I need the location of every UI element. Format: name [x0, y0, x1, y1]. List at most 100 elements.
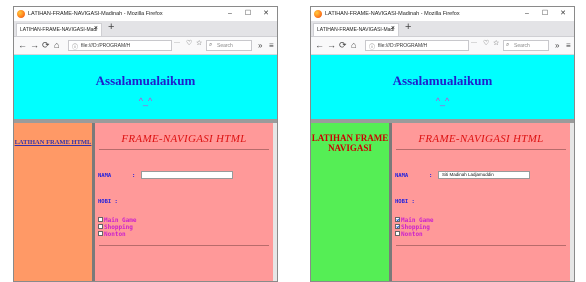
bookmark-star-icon[interactable]: ☆ — [196, 39, 202, 47]
left-nav-frame: LATIHAN FRAME HTML — [14, 123, 92, 281]
welcome-heading: Assalamualaikum — [95, 73, 196, 88]
name-colon: : — [429, 173, 433, 179]
firefox-icon — [314, 10, 322, 18]
url-text: file:///D:/PROGRAM/H — [81, 43, 131, 49]
tab-bar: LATIHAN-FRAME-NAVIGASI-Madi × + — [311, 21, 574, 37]
search-icon: ⌕ — [506, 42, 510, 48]
overflow-chevron-icon[interactable]: » — [258, 39, 262, 52]
option-label: Shopping — [401, 224, 430, 231]
hobby-option-nonton[interactable]: Nonton — [395, 231, 423, 238]
divider-line — [396, 245, 566, 246]
name-input[interactable] — [141, 171, 233, 179]
hobby-option-shopping[interactable]: Shopping — [395, 224, 430, 231]
url-bar[interactable]: ⓘ file:///D:/PROGRAM/H — [365, 40, 469, 51]
navigation-bar: ← → ⟳ ⌂ ⓘ file:///D:/PROGRAM/H ··· ♡ ☆ ⌕… — [311, 37, 574, 55]
browser-tab[interactable]: LATIHAN-FRAME-NAVIGASI-Madi × — [16, 23, 102, 36]
option-label: Nonton — [104, 231, 126, 238]
checkbox[interactable] — [395, 231, 400, 236]
pocket-icon[interactable]: ♡ — [483, 39, 489, 47]
form-frame: FRAME-NAVIGASI HTML NAMA : Siti Madinah … — [392, 123, 570, 281]
scrollbar[interactable] — [570, 123, 574, 281]
name-label: NAMA — [395, 173, 409, 179]
home-icon[interactable]: ⌂ — [54, 39, 59, 52]
checkbox[interactable] — [98, 217, 103, 222]
divider-line — [396, 149, 566, 150]
title-bar[interactable]: LATIHAN-FRAME-NAVIGASI-Madinah - Mozilla… — [311, 7, 574, 21]
close-icon[interactable]: ✕ — [556, 8, 570, 20]
nav-link-latihan-frame[interactable]: LATIHAN FRAME HTML — [14, 138, 92, 147]
hobby-option-nonton[interactable]: Nonton — [98, 231, 126, 238]
minimize-icon[interactable]: – — [223, 8, 237, 20]
back-arrow-icon[interactable]: ← — [315, 39, 324, 52]
tab-close-icon[interactable]: × — [94, 25, 98, 32]
title-bar[interactable]: LATIHAN-FRAME-NAVIGASI-Madinah - Mozilla… — [14, 7, 277, 21]
nav-heading-latihan-frame-navigasi: LATIHAN FRAME NAVIGASI — [311, 133, 389, 153]
close-icon[interactable]: ✕ — [259, 8, 273, 20]
hobby-label: HOBI : — [395, 199, 415, 205]
name-colon: : — [132, 173, 136, 179]
name-label: NAMA — [98, 173, 112, 179]
forward-arrow-icon[interactable]: → — [30, 39, 39, 52]
home-icon[interactable]: ⌂ — [351, 39, 356, 52]
hamburger-menu-icon[interactable]: ≡ — [269, 39, 274, 52]
maximize-icon[interactable]: ☐ — [241, 8, 255, 20]
minimize-icon[interactable]: – — [520, 8, 534, 20]
header-frame: Assalamualaikum ^_^ — [14, 55, 277, 119]
welcome-heading: Assalamualaikum — [392, 73, 493, 88]
page-content: Assalamualaikum ^_^ LATIHAN FRAME HTML F… — [14, 55, 277, 281]
hobby-option-main-game[interactable]: Main Game — [395, 217, 434, 224]
header-frame: Assalamualaikum ^_^ — [311, 55, 574, 119]
browser-tab[interactable]: LATIHAN-FRAME-NAVIGASI-Madi × — [313, 23, 399, 36]
firefox-window-filled-form: LATIHAN-FRAME-NAVIGASI-Madinah - Mozilla… — [310, 6, 575, 282]
option-label: Main Game — [401, 217, 434, 224]
left-nav-frame: LATIHAN FRAME NAVIGASI — [311, 123, 389, 281]
form-title: FRAME-NAVIGASI HTML — [418, 133, 544, 145]
hobby-option-shopping[interactable]: Shopping — [98, 224, 133, 231]
bookmark-star-icon[interactable]: ☆ — [493, 39, 499, 47]
search-icon: ⌕ — [209, 42, 213, 48]
option-label: Nonton — [401, 231, 423, 238]
reload-icon[interactable]: ⟳ — [42, 39, 50, 52]
overflow-chevron-icon[interactable]: » — [555, 39, 559, 52]
hobby-option-main-game[interactable]: Main Game — [98, 217, 137, 224]
pocket-icon[interactable]: ♡ — [186, 39, 192, 47]
page-content: Assalamualaikum ^_^ LATIHAN FRAME NAVIGA… — [311, 55, 574, 281]
divider-line — [99, 149, 269, 150]
url-bar[interactable]: ⓘ file:///D:/PROGRAM/H — [68, 40, 172, 51]
maximize-icon[interactable]: ☐ — [538, 8, 552, 20]
window-title: LATIHAN-FRAME-NAVIGASI-Madinah - Mozilla… — [325, 11, 460, 17]
option-label: Shopping — [104, 224, 133, 231]
navigation-bar: ← → ⟳ ⌂ ⓘ file:///D:/PROGRAM/H ··· ♡ ☆ ⌕… — [14, 37, 277, 55]
search-input[interactable]: ⌕ Search — [503, 40, 549, 51]
hamburger-menu-icon[interactable]: ≡ — [566, 39, 571, 52]
info-icon[interactable]: ⓘ — [369, 42, 375, 51]
window-title: LATIHAN-FRAME-NAVIGASI-Madinah - Mozilla… — [28, 11, 163, 17]
hobby-label: HOBI : — [98, 199, 118, 205]
tab-close-icon[interactable]: × — [391, 25, 395, 32]
search-placeholder: Search — [217, 43, 233, 49]
tab-bar: LATIHAN-FRAME-NAVIGASI-Madi × + — [14, 21, 277, 37]
search-input[interactable]: ⌕ Search — [206, 40, 252, 51]
name-input[interactable]: Siti Madinah Ladjamuddin — [438, 171, 530, 179]
scrollbar[interactable] — [273, 123, 277, 281]
option-label: Main Game — [104, 217, 137, 224]
emoticon-text: ^_^ — [435, 96, 450, 106]
page-actions-icon[interactable]: ··· — [471, 40, 477, 46]
firefox-window-empty-form: LATIHAN-FRAME-NAVIGASI-Madinah - Mozilla… — [13, 6, 278, 282]
reload-icon[interactable]: ⟳ — [339, 39, 347, 52]
search-placeholder: Search — [514, 43, 530, 49]
divider-line — [99, 245, 269, 246]
checkbox[interactable] — [395, 224, 400, 229]
checkbox[interactable] — [98, 231, 103, 236]
new-tab-icon[interactable]: + — [108, 21, 114, 33]
info-icon[interactable]: ⓘ — [72, 42, 78, 51]
firefox-icon — [17, 10, 25, 18]
form-frame: FRAME-NAVIGASI HTML NAMA : HOBI : Main G… — [95, 123, 273, 281]
back-arrow-icon[interactable]: ← — [18, 39, 27, 52]
emoticon-text: ^_^ — [138, 96, 153, 106]
page-actions-icon[interactable]: ··· — [174, 40, 180, 46]
checkbox[interactable] — [395, 217, 400, 222]
checkbox[interactable] — [98, 224, 103, 229]
new-tab-icon[interactable]: + — [405, 21, 411, 33]
forward-arrow-icon[interactable]: → — [327, 39, 336, 52]
